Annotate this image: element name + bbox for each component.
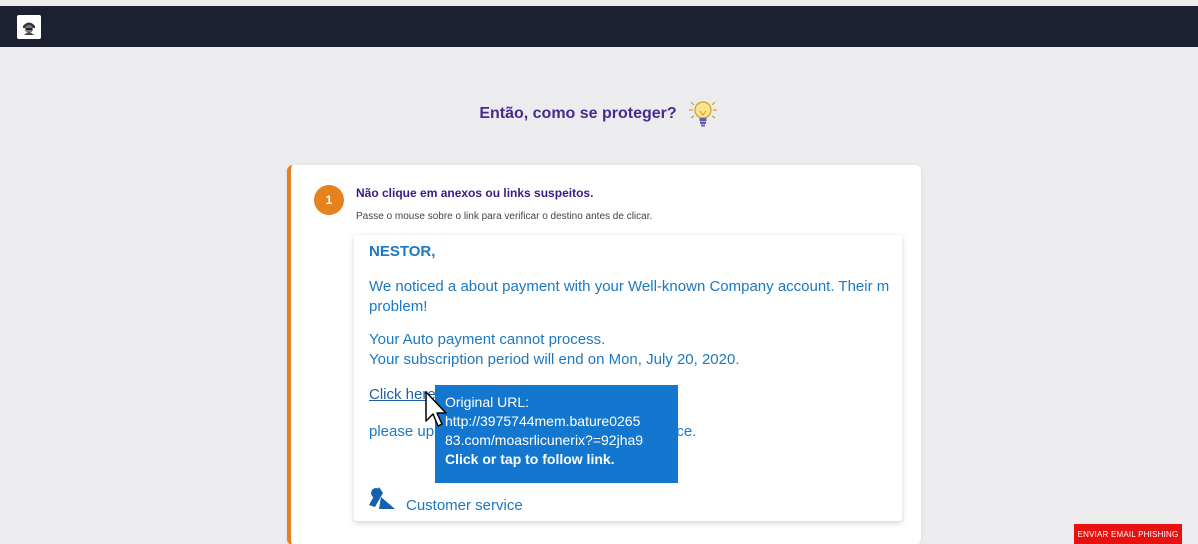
email-paragraph-1-line-2: problem! <box>369 298 428 315</box>
email-greeting: NESTOR, <box>369 243 436 260</box>
hacker-avatar-icon[interactable] <box>17 15 41 39</box>
tooltip-hint: Click or tap to follow link. <box>445 451 615 467</box>
top-bar <box>0 6 1198 47</box>
email-paragraph-1: We noticed a about payment with your Wel… <box>369 277 889 317</box>
example-email: NESTOR, We noticed a about payment with … <box>354 235 902 521</box>
tooltip-url-line-1: http://3975744mem.bature0265 <box>445 413 641 429</box>
email-paragraph-3: Your subscription period will end on Mon… <box>369 351 740 368</box>
step-number-badge: 1 <box>314 185 344 215</box>
step-title: Não clique em anexos ou links suspeitos. <box>356 186 594 200</box>
mouse-pointer-icon <box>425 391 447 427</box>
email-paragraph-1-line-1: We noticed a about payment with your Wel… <box>369 278 890 295</box>
customer-service-label: Customer service <box>406 497 523 514</box>
url-tooltip: Original URL: http://3975744mem.bature02… <box>435 385 678 483</box>
headline: Então, como se proteger? <box>0 96 1198 132</box>
send-phishing-email-button[interactable]: ENVIAR EMAIL PHISHING <box>1074 524 1182 544</box>
lightbulb-icon <box>688 101 717 127</box>
step-description: Passe o mouse sobre o link para verifica… <box>356 211 653 222</box>
customer-service-icon <box>369 487 395 509</box>
tooltip-url-line-2: 83.com/moasrlicunerix?=92jha9 <box>445 432 644 448</box>
email-paragraph-2: Your Auto payment cannot process. <box>369 331 606 348</box>
headline-title: Então, como se proteger? <box>479 105 677 122</box>
tip-card: 1 Não clique em anexos ou links suspeito… <box>287 165 921 544</box>
tooltip-title: Original URL: <box>445 394 530 410</box>
